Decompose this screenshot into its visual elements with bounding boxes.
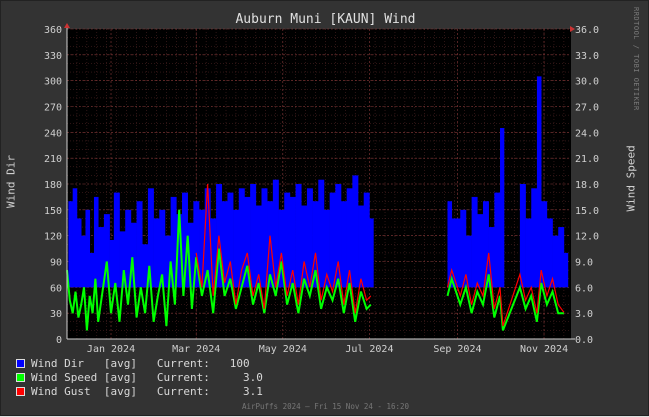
bar-wind-dir <box>233 209 240 288</box>
bar-wind-dir <box>369 218 374 288</box>
bar-wind-dir <box>519 184 526 288</box>
bar-wind-dir <box>546 218 553 288</box>
y-right-tick-label: 30.0 <box>575 77 599 88</box>
legend-current-wind-gust: 3.1 <box>242 385 263 398</box>
y-left-tick-label: 150 <box>44 206 62 217</box>
y-left-tick-label: 30 <box>50 309 62 320</box>
legend-current-label-wind-dir: Current: <box>156 357 210 370</box>
x-tick-label: Jan 2024 <box>87 344 135 355</box>
bar-wind-dir <box>447 201 453 288</box>
bar-wind-dir <box>500 128 505 288</box>
y-left-tick-label: 240 <box>44 128 62 139</box>
y-left-tick-label: 360 <box>44 25 62 36</box>
bar-wind-dir <box>98 227 105 288</box>
legend-stat-wind-speed: [avg] <box>103 371 137 384</box>
bar-wind-dir <box>81 235 86 288</box>
y-left-tick-label: 120 <box>44 232 62 243</box>
legend-swatch-wind-speed <box>16 373 25 382</box>
legend-name-wind-gust: Wind Gust <box>31 385 91 398</box>
bar-wind-dir <box>153 218 160 288</box>
y-right-tick-label: 15.0 <box>575 206 599 217</box>
bar-wind-dir <box>72 188 78 288</box>
footer-timestamp: AirPuffs 2024 — Fri 15 Nov 24 - 16:20 <box>241 402 410 411</box>
y-right-tick-label: 33.0 <box>575 51 599 62</box>
bar-wind-dir <box>563 252 569 288</box>
bar-wind-dir <box>471 196 478 288</box>
y-left-tick-label: 210 <box>44 154 62 165</box>
y-right-tick-label: 24.0 <box>575 128 599 139</box>
y-left-tick-label: 270 <box>44 103 62 114</box>
bar-wind-dir <box>250 184 257 288</box>
bar-wind-dir <box>536 76 542 288</box>
x-tick-label: May 2024 <box>259 344 307 355</box>
bar-wind-dir <box>318 179 325 288</box>
y-right-tick-label: 6.0 <box>575 283 593 294</box>
bar-wind-dir <box>68 201 73 288</box>
bar-wind-dir <box>531 188 538 288</box>
x-tick-label: Mar 2024 <box>172 344 220 355</box>
bar-wind-dir <box>494 192 501 288</box>
bar-wind-dir <box>109 239 115 288</box>
legend-name-wind-speed: Wind Speed <box>31 371 98 384</box>
bar-wind-dir <box>136 201 143 288</box>
bar-wind-dir <box>76 218 82 288</box>
bar-wind-dir <box>93 196 99 288</box>
plot-area: 0 30 60 90 120 150 180 210 240 270 300 330 360 0.0 3.0… <box>44 23 599 355</box>
bar-wind-dir <box>85 209 91 288</box>
y-right-tick-label: 21.0 <box>575 154 599 165</box>
bar-wind-dir <box>329 192 336 288</box>
y-right-tick-label: 12.0 <box>575 232 599 243</box>
legend-swatch-wind-gust <box>16 387 25 396</box>
bar-wind-dir <box>341 201 347 288</box>
bar-wind-dir <box>358 205 365 288</box>
bar-wind-dir <box>451 218 461 288</box>
y-left-tick-label: 60 <box>50 283 62 294</box>
y-left-tick-label: 90 <box>50 258 62 269</box>
legend-current-wind-dir: 100 <box>229 357 250 370</box>
y-left-tick-label: 0 <box>56 335 62 346</box>
legend-current-label-wind-gust: Current: <box>156 385 210 398</box>
bar-wind-dir <box>89 252 95 288</box>
legend-stat-wind-gust: [avg] <box>103 385 137 398</box>
legend-stat-wind-dir: [avg] <box>103 357 137 370</box>
bar-wind-dir <box>363 192 370 288</box>
x-tick-label: Sep 2024 <box>433 344 481 355</box>
bar-wind-dir <box>477 214 484 288</box>
bar-wind-dir <box>352 175 359 288</box>
legend-swatch-wind-dir <box>16 359 25 368</box>
graph-frame: Auburn Muni [KAUN] Wind Wind Dir Wind Sp… <box>0 0 649 416</box>
x-tick-label: Nov 2024 <box>520 344 568 355</box>
y-right-tick-label: 0.0 <box>575 335 593 346</box>
bar-wind-dir <box>295 184 302 288</box>
y-right-tick-label: 18.0 <box>575 180 599 191</box>
bar-wind-dir <box>552 235 559 288</box>
legend-current-label-wind-speed: Current: <box>156 371 210 384</box>
bar-wind-dir <box>558 227 565 288</box>
x-tick-label: Jul 2024 <box>345 344 393 355</box>
y-right-tick-label: 3.0 <box>575 309 593 320</box>
y-right-tick-label: 36.0 <box>575 25 599 36</box>
bar-wind-dir <box>525 218 532 288</box>
legend-name-wind-dir: Wind Dir <box>31 357 84 370</box>
y-axis-arrow <box>64 23 70 28</box>
bar-wind-dir <box>227 192 234 288</box>
legend-current-wind-speed: 3.0 <box>242 371 263 384</box>
y-left-tick-label: 300 <box>44 77 62 88</box>
y-right-tick-label: 9.0 <box>575 258 593 269</box>
y-left-tick-label: 330 <box>44 51 62 62</box>
y-left-tick-label: 180 <box>44 180 62 191</box>
bar-wind-dir <box>113 192 120 288</box>
bar-wind-dir <box>284 192 291 288</box>
y-right-tick-label: 27.0 <box>575 103 599 114</box>
